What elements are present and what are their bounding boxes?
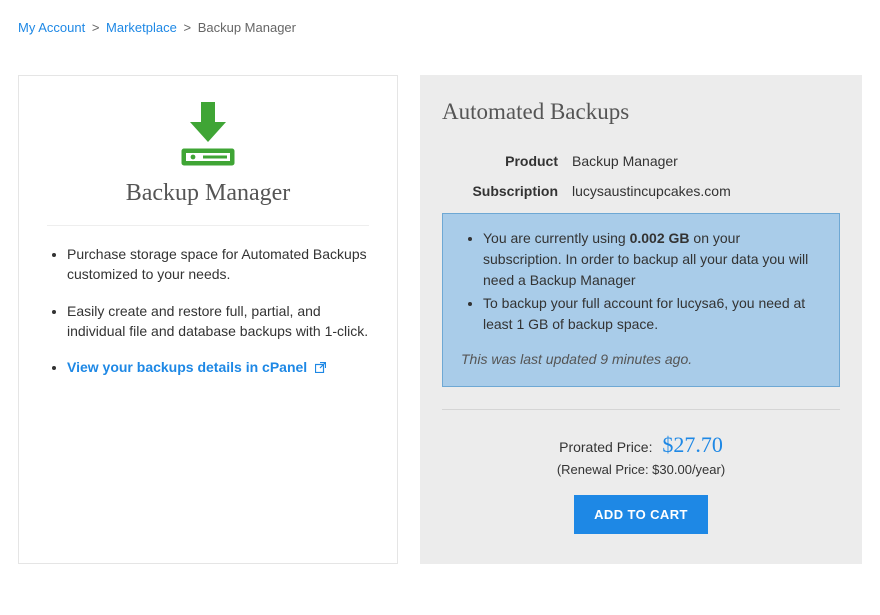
- view-backups-link-text: View your backups details in cPanel: [67, 359, 307, 375]
- breadcrumb-current: Backup Manager: [198, 20, 296, 35]
- subscription-label: Subscription: [442, 183, 572, 199]
- prorated-label: Prorated Price:: [559, 439, 652, 455]
- product-value: Backup Manager: [572, 153, 678, 169]
- usage-notice: You are currently using 0.002 GB on your…: [442, 213, 840, 387]
- external-link-icon: [315, 358, 326, 378]
- breadcrumb-sep: >: [183, 20, 191, 35]
- pricing-block: Prorated Price: $27.70 (Renewal Price: $…: [442, 432, 840, 534]
- card-title: Backup Manager: [47, 180, 369, 207]
- product-card: Backup Manager Purchase storage space fo…: [18, 75, 398, 564]
- usage-amount: 0.002 GB: [630, 230, 690, 246]
- product-row: Product Backup Manager: [442, 153, 840, 169]
- notice-item: You are currently using 0.002 GB on your…: [483, 228, 821, 291]
- notice-text: You are currently using: [483, 230, 630, 246]
- prorated-price: $27.70: [662, 432, 723, 457]
- renewal-price: (Renewal Price: $30.00/year): [442, 462, 840, 477]
- breadcrumb-sep: >: [92, 20, 100, 35]
- backup-download-icon: [47, 96, 369, 174]
- breadcrumb-my-account[interactable]: My Account: [18, 20, 85, 35]
- breadcrumb: My Account > Marketplace > Backup Manage…: [18, 20, 862, 35]
- divider: [442, 409, 840, 410]
- panel-title: Automated Backups: [442, 99, 840, 125]
- notice-item: To backup your full account for lucysa6,…: [483, 293, 821, 335]
- product-label: Product: [442, 153, 572, 169]
- subscription-row: Subscription lucysaustincupcakes.com: [442, 183, 840, 199]
- last-updated: This was last updated 9 minutes ago.: [461, 349, 821, 370]
- add-to-cart-button[interactable]: ADD TO CART: [574, 495, 708, 534]
- feature-item: Easily create and restore full, partial,…: [67, 301, 369, 342]
- feature-item-link: View your backups details in cPanel: [67, 357, 369, 378]
- subscription-value: lucysaustincupcakes.com: [572, 183, 731, 199]
- divider: [47, 225, 369, 226]
- feature-item: Purchase storage space for Automated Bac…: [67, 244, 369, 285]
- view-backups-link[interactable]: View your backups details in cPanel: [67, 359, 326, 375]
- breadcrumb-marketplace[interactable]: Marketplace: [106, 20, 177, 35]
- checkout-panel: Automated Backups Product Backup Manager…: [420, 75, 862, 564]
